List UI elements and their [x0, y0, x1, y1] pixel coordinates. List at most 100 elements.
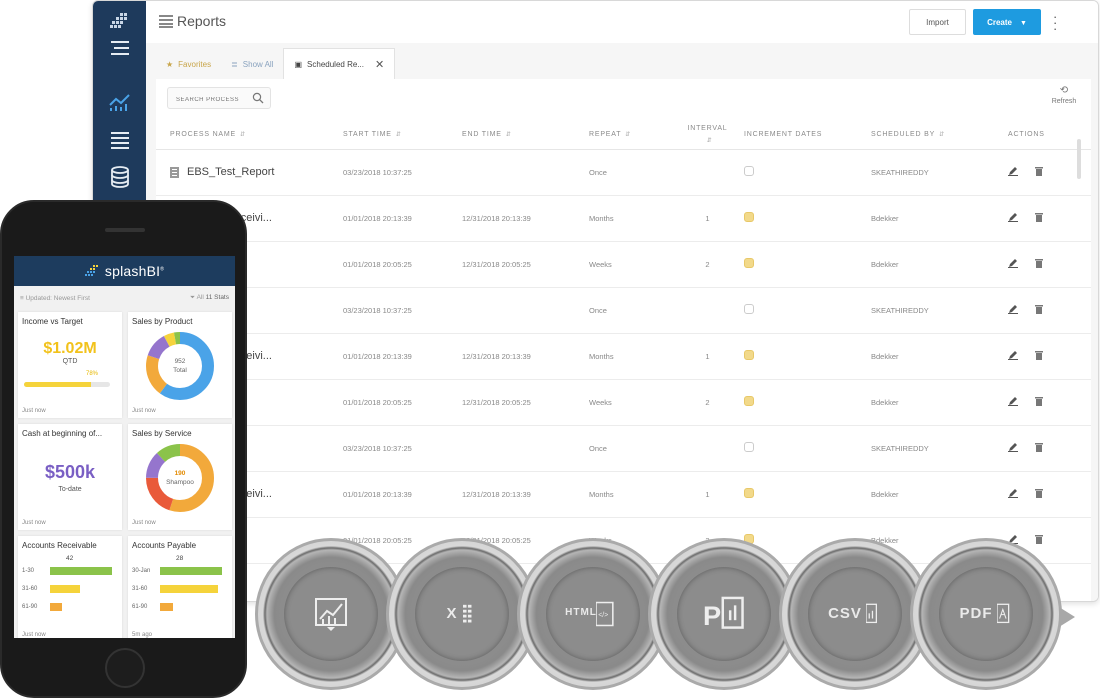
bar-row: 1-30: [22, 567, 112, 575]
table-row[interactable]: EBS_Test_Report 03/23/2018 10:37:25 Once SK…: [156, 149, 1091, 196]
card-timestamp: Just now: [132, 520, 156, 526]
splashbi-logo-icon: [84, 265, 98, 276]
increment-checkbox[interactable]: [744, 442, 754, 452]
sort-icon: ⇵: [395, 132, 402, 139]
card-accounts-payable[interactable]: Accounts Payable 28 5m ago 30-Jan 31-60 61…: [128, 536, 232, 638]
sort-control[interactable]: ≡ Updated: Newest First: [20, 295, 90, 302]
kpi-value: $1.02M: [43, 340, 97, 357]
increment-checkbox[interactable]: [744, 396, 754, 406]
col-repeat[interactable]: REPEAT ⇵: [589, 121, 671, 150]
end-time-cell: 12/31/2018 20:13:39: [462, 195, 589, 242]
increment-checkbox[interactable]: [744, 258, 754, 268]
repeat-cell: Months: [589, 471, 671, 518]
table-row[interactable]: Report03/23/2018 10:37:25OnceSKEATHIREDD…: [156, 425, 1091, 472]
tab-show-all[interactable]: ≣ Show All: [221, 48, 283, 80]
increment-checkbox[interactable]: [744, 488, 754, 498]
edit-icon[interactable]: [1008, 396, 1018, 406]
filter-icon: ⏷: [189, 294, 196, 301]
card-sales-by-service[interactable]: Sales by Service 190 Shampoo Just now: [128, 424, 232, 530]
table-row[interactable]: Details01/01/2018 20:05:2512/31/2018 20:…: [156, 241, 1091, 288]
table-row[interactable]: Details01/01/2018 20:05:2512/31/2018 20:…: [156, 379, 1091, 426]
progress-bar: [24, 382, 110, 387]
phone-speaker: [105, 228, 145, 232]
increment-checkbox[interactable]: [744, 166, 754, 176]
interval-cell: [671, 287, 744, 334]
export-formats: X HTML </> P CSV PDF: [255, 538, 1100, 698]
delete-icon[interactable]: [1034, 350, 1044, 360]
end-time-cell: [462, 287, 589, 334]
bar: [50, 603, 62, 611]
edit-icon[interactable]: [1008, 442, 1018, 452]
card-sales-by-product[interactable]: Sales by Product 952 Total Just now: [128, 312, 232, 418]
col-end-time[interactable]: END TIME ⇵: [462, 121, 589, 150]
tab-scheduled-reports[interactable]: ▣ Scheduled Re... ✕: [283, 48, 396, 80]
refresh-button[interactable]: ⟲ Refresh: [1047, 85, 1081, 105]
card-cash[interactable]: Cash at beginning of... $500k To-date Ju…: [18, 424, 122, 530]
repeat-cell: Weeks: [589, 241, 671, 288]
bar-label: 31-60: [22, 586, 38, 592]
search-input[interactable]: [168, 90, 248, 110]
bar-label: 61-90: [22, 604, 38, 610]
create-button[interactable]: Create ▼: [973, 9, 1041, 35]
edit-icon[interactable]: [1008, 488, 1018, 498]
tab-favorites[interactable]: ★ Favorites: [156, 48, 221, 80]
report-doc-icon: [170, 166, 179, 178]
delete-icon[interactable]: [1034, 396, 1044, 406]
analytics-icon[interactable]: [108, 91, 132, 113]
svg-text:P: P: [703, 600, 721, 631]
scrollbar[interactable]: [1077, 139, 1081, 179]
delete-icon[interactable]: [1034, 166, 1044, 176]
edit-icon[interactable]: [1008, 304, 1018, 314]
bar-cap-value: 28: [176, 555, 184, 562]
scheduled-by-cell: Bdekker: [871, 195, 1008, 242]
schedule-table: PROCESS NAME ⇵ START TIME ⇵ END TIME ⇵ REPE…: [156, 121, 1091, 564]
calendar-icon: ▣: [294, 60, 303, 69]
delete-icon[interactable]: [1034, 442, 1044, 452]
phone-mockup: splashBI® ≡ Updated: Newest First ⏷ All …: [0, 200, 247, 698]
create-label: Create: [987, 17, 1012, 27]
kpi-label: To-date: [58, 486, 82, 493]
col-interval[interactable]: INTERVAL ⇵: [671, 121, 744, 150]
increment-checkbox[interactable]: [744, 212, 754, 222]
increment-cell: [744, 425, 871, 472]
card-timestamp: Just now: [22, 520, 46, 526]
increment-cell: [744, 241, 871, 288]
edit-icon[interactable]: [1008, 166, 1018, 176]
repeat-cell: Once: [589, 149, 671, 196]
brand-name: splashBI®: [104, 263, 165, 279]
edit-icon[interactable]: [1008, 258, 1018, 268]
increment-checkbox[interactable]: [744, 304, 754, 314]
reports-list-icon[interactable]: [108, 129, 132, 151]
filter-control[interactable]: ⏷ All 11 Stats: [190, 294, 229, 302]
col-scheduled-by[interactable]: SCHEDULED BY ⇵: [871, 121, 1008, 150]
delete-icon[interactable]: [1034, 258, 1044, 268]
card-income-vs-target[interactable]: Income vs Target $1.02M QTD 78% Just now: [18, 312, 122, 418]
page-title: Reports: [177, 13, 227, 29]
delete-icon[interactable]: [1034, 488, 1044, 498]
search-icon[interactable]: [252, 92, 264, 104]
col-start-time[interactable]: START TIME ⇵: [343, 121, 462, 150]
process-name-cell[interactable]: EBS_Test_Report: [156, 149, 343, 196]
col-process-name[interactable]: PROCESS NAME ⇵: [156, 121, 343, 150]
table-row[interactable]: s to PO Receivi...01/01/2018 20:13:3912/…: [156, 195, 1091, 242]
card-accounts-receivable[interactable]: Accounts Receivable 42 Just now 1-30 31-6…: [18, 536, 122, 638]
edit-icon[interactable]: [1008, 212, 1018, 222]
menu-icon[interactable]: [108, 37, 132, 59]
export-csv: CSV: [779, 538, 944, 690]
card-title: Accounts Payable: [132, 541, 197, 550]
table-row[interactable]: s to PO Receivi...01/01/2018 20:13:3912/…: [156, 333, 1091, 380]
refresh-label: Refresh: [1051, 98, 1077, 105]
edit-icon[interactable]: [1008, 350, 1018, 360]
process-name: EBS_Test_Report: [187, 166, 275, 178]
delete-icon[interactable]: [1034, 212, 1044, 222]
delete-icon[interactable]: [1034, 304, 1044, 314]
database-icon[interactable]: [108, 166, 132, 188]
donut-value: 190: [174, 470, 186, 477]
table-row[interactable]: s to PO Receivi...01/01/2018 20:13:3912/…: [156, 471, 1091, 518]
import-button[interactable]: Import: [909, 9, 966, 35]
more-options-icon[interactable]: · · ·: [1053, 10, 1059, 35]
end-time-cell: 12/31/2018 20:13:39: [462, 471, 589, 518]
close-icon[interactable]: ✕: [375, 58, 384, 71]
increment-checkbox[interactable]: [744, 350, 754, 360]
table-row[interactable]: Report03/23/2018 10:37:25OnceSKEATHIREDD…: [156, 287, 1091, 334]
